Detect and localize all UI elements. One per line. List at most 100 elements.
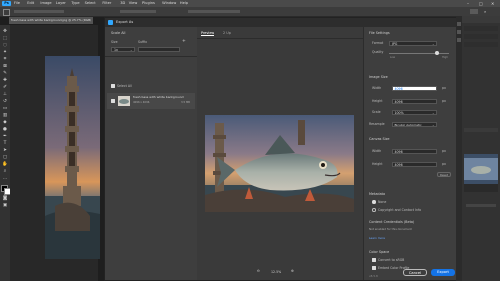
panel-tabs[interactable] xyxy=(462,16,500,23)
menu-item-view[interactable]: View xyxy=(129,1,138,6)
resample-select[interactable]: Bicubic Automatic ⌄ xyxy=(392,122,437,127)
size-select[interactable]: 1x ⌄ xyxy=(111,47,135,52)
layer-name: fresh bass with white background xyxy=(133,95,184,99)
brush-tool-icon[interactable]: ✐ xyxy=(2,85,8,90)
marquee-tool-icon[interactable]: ⬚ xyxy=(2,36,8,41)
minimize-icon[interactable]: – xyxy=(467,1,469,6)
select-all-checkbox[interactable] xyxy=(111,84,115,88)
search-icon[interactable]: ⌕ xyxy=(484,9,489,14)
canvas-width-input[interactable]: 4096 xyxy=(392,149,437,154)
cancel-button[interactable]: Cancel xyxy=(403,269,427,276)
chevron-down-icon: ⌄ xyxy=(432,122,435,127)
zoom-in-icon[interactable]: ⊕ xyxy=(291,269,294,274)
history-brush-icon[interactable]: ↺ xyxy=(2,99,8,104)
maximize-icon[interactable]: □ xyxy=(479,1,483,6)
image-size-header: Image Size xyxy=(369,75,388,79)
image-width-unit: px xyxy=(442,86,446,90)
tool-options[interactable] xyxy=(14,10,64,13)
lasso-tool-icon[interactable]: ◌ xyxy=(2,43,8,48)
divider xyxy=(197,38,363,39)
canvas-height-input[interactable]: 4096 xyxy=(392,162,437,167)
menu-item-image[interactable]: Image xyxy=(40,1,51,6)
distribute-options[interactable] xyxy=(188,10,240,13)
hand-tool-icon[interactable]: ✋ xyxy=(2,162,8,167)
pen-tool-icon[interactable]: ✒ xyxy=(2,134,8,139)
dodge-tool-icon[interactable]: ● xyxy=(2,127,8,132)
quality-label: Quality xyxy=(372,50,384,54)
move-tool-icon[interactable]: ✥ xyxy=(2,29,8,34)
menu-item-plugins[interactable]: Plugins xyxy=(142,1,155,6)
scale-select[interactable]: 100% ⌄ xyxy=(392,110,437,115)
menu-item-edit[interactable]: Edit xyxy=(27,1,34,6)
adjustments-panel-icon[interactable] xyxy=(457,38,461,42)
path-select-icon[interactable]: ➤ xyxy=(2,148,8,153)
panel-row xyxy=(464,42,498,47)
quality-high-label: High xyxy=(442,56,448,59)
document-tab[interactable]: fresh bass with white background.jpg @ 2… xyxy=(9,17,93,24)
dialog-title: Export As xyxy=(116,20,134,24)
layer-row-selected[interactable] xyxy=(464,154,498,184)
image-height-input[interactable]: 4096 xyxy=(392,99,437,104)
layer-checkbox[interactable] xyxy=(111,99,115,103)
quality-slider-track[interactable] xyxy=(389,53,449,54)
zoom-out-icon[interactable]: ⊖ xyxy=(257,269,260,274)
close-icon[interactable]: ✕ xyxy=(491,1,494,6)
tab-preview[interactable]: Preview xyxy=(201,31,215,37)
tab-2-up[interactable]: 2 Up xyxy=(223,31,231,35)
screen-mode-icon[interactable]: ▣ xyxy=(2,203,8,208)
learn-more-link[interactable]: Learn more xyxy=(369,237,385,240)
frame-tool-icon[interactable]: ⊠ xyxy=(2,64,8,69)
stamp-tool-icon[interactable]: ⊥ xyxy=(2,92,8,97)
convert-srgb-checkbox[interactable] xyxy=(372,258,376,262)
properties-panel-icon[interactable] xyxy=(457,30,461,34)
export-button[interactable]: Export xyxy=(431,269,455,276)
image-height-unit: px xyxy=(442,99,446,103)
reset-canvas-button[interactable]: Reset xyxy=(437,172,451,177)
more-tools-icon[interactable]: … xyxy=(2,176,8,181)
crop-tool-icon[interactable]: ⌗ xyxy=(2,57,8,62)
quick-select-tool-icon[interactable]: ✦ xyxy=(2,50,8,55)
share-button[interactable] xyxy=(470,9,478,14)
export-as-dialog: Export As Scale All Size Suffix + 1x ⌄ S… xyxy=(104,17,462,281)
history-panel-icon[interactable] xyxy=(457,22,461,26)
shape-tool-icon[interactable]: ▢ xyxy=(2,155,8,160)
zoom-tool-icon[interactable]: ⌕ xyxy=(2,169,8,174)
menu-item-filter[interactable]: Filter xyxy=(102,1,111,6)
type-tool-icon[interactable]: T xyxy=(2,141,8,146)
chevron-down-icon: ⌄ xyxy=(432,110,435,115)
quality-slider-handle[interactable] xyxy=(435,51,439,55)
canvas-size-header: Canvas Size xyxy=(369,137,390,141)
healing-tool-icon[interactable]: ✚ xyxy=(2,78,8,83)
select-all-label: Select All xyxy=(117,83,132,88)
metadata-none-radio[interactable] xyxy=(372,200,376,204)
menu-item-3d[interactable]: 3D xyxy=(120,1,125,6)
color-space-header: Color Space xyxy=(369,250,390,254)
suffix-input[interactable] xyxy=(138,47,180,52)
move-tool-icon[interactable] xyxy=(3,9,10,16)
menu-item-select[interactable]: Select xyxy=(85,1,96,6)
canvas-width-unit: px xyxy=(442,149,446,153)
metadata-copyright-radio[interactable] xyxy=(372,208,376,212)
chevron-down-icon: ⌄ xyxy=(432,41,435,46)
format-select[interactable]: JPG ⌄ xyxy=(389,41,437,46)
menu-item-window[interactable]: Window xyxy=(162,1,176,6)
eraser-tool-icon[interactable]: ▭ xyxy=(2,106,8,111)
layers-panel-tabs[interactable] xyxy=(464,128,498,132)
eyedropper-tool-icon[interactable]: ✎ xyxy=(2,71,8,76)
metadata-copyright-label: Copyright and Contact Info xyxy=(378,207,422,212)
menu-item-type[interactable]: Type xyxy=(71,1,79,6)
right-panels xyxy=(462,16,500,281)
quick-mask-icon[interactable]: ◙ xyxy=(2,196,8,201)
add-scale-button[interactable]: + xyxy=(182,39,186,45)
menu-item-layer[interactable]: Layer xyxy=(56,1,66,6)
image-width-input[interactable]: 4096 xyxy=(392,86,437,91)
menu-item-help[interactable]: Help xyxy=(180,1,188,6)
layer-thumbnail xyxy=(118,96,130,106)
blur-tool-icon[interactable]: ◆ xyxy=(2,120,8,125)
embed-profile-checkbox[interactable] xyxy=(372,266,376,270)
layer-list-item[interactable]: fresh bass with white background 4096 x … xyxy=(107,93,195,109)
align-options[interactable] xyxy=(120,10,156,13)
gradient-tool-icon[interactable]: ▥ xyxy=(2,113,8,118)
menu-item-file[interactable]: File xyxy=(14,1,20,6)
chevron-down-icon: ⌄ xyxy=(130,47,133,52)
